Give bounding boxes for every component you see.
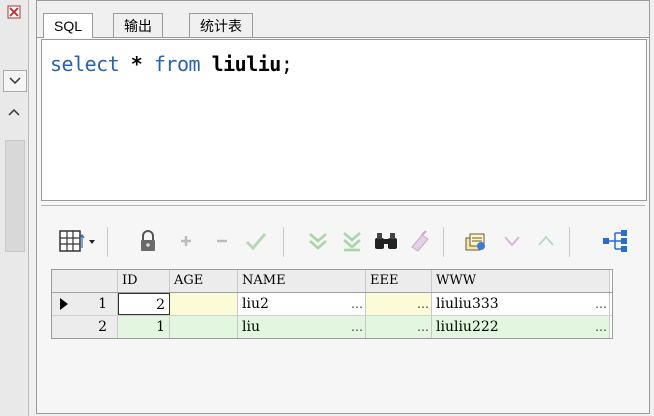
fetch-next-icon[interactable] [303,225,333,257]
column-header-id[interactable]: ID [118,270,170,292]
splitter[interactable] [41,205,645,212]
delete-record-icon[interactable] [207,225,237,257]
tab-statistics[interactable]: 统计表 [189,13,253,37]
next-record-icon[interactable] [497,225,527,257]
row-number: 1 [98,296,107,312]
lock-icon[interactable] [133,225,163,257]
cell-value: liu [242,319,260,335]
add-record-icon[interactable] [171,225,201,257]
previous-record-icon[interactable] [531,225,561,257]
tab-bar: SQL 输出 统计表 [37,1,649,38]
fetch-all-icon[interactable] [337,225,367,257]
sql-window: SQL 输出 统计表 select * from liuliu; ID AGE … [36,0,650,414]
left-strip [0,0,29,416]
sql-keyword-from: from [153,52,201,76]
edit-ellipsis-button[interactable]: … [351,316,363,338]
export-icon[interactable] [461,225,491,257]
edit-ellipsis-button[interactable]: … [595,293,607,315]
scroll-down-icon[interactable] [3,70,27,92]
sql-editor[interactable]: select * from liuliu; [41,39,647,201]
edit-ellipsis-button[interactable]: … [417,293,429,315]
close-window-icon[interactable] [3,2,25,22]
scroll-up-icon[interactable] [3,102,25,122]
cell-eee[interactable]: … [366,293,432,315]
sql-table-name: liuliu [200,52,282,76]
sql-star: * [119,52,154,76]
table-row[interactable]: 2 1 liu … … liuliu222 … [52,316,612,338]
cell-age[interactable] [170,293,238,315]
tab-output[interactable]: 输出 [113,13,163,37]
cell-id[interactable]: 1 [118,316,170,338]
column-header-name[interactable]: NAME [238,270,366,292]
grid-select-icon[interactable] [55,225,101,257]
result-grid[interactable]: ID AGE NAME EEE WWW 1 2 liu2… … liuliu33… [51,269,613,339]
row-header[interactable]: 2 [52,316,118,338]
cell-www[interactable]: liuliu222 … [432,316,610,338]
cell-eee[interactable]: … [366,316,432,338]
scrollbar-track[interactable] [5,140,25,252]
clear-icon[interactable] [405,225,435,257]
cell-www[interactable]: liuliu333 … [432,293,610,315]
current-row-indicator-icon [60,298,68,310]
tab-sql[interactable]: SQL [43,13,94,38]
sql-keyword-select: select [50,52,120,76]
column-header-www[interactable]: WWW [432,270,610,292]
cell-age[interactable] [170,316,238,338]
tree-view-icon[interactable] [597,225,643,257]
table-row[interactable]: 1 2 liu2 … … liuliu333 … [52,293,612,316]
binoculars-icon[interactable] [371,225,401,257]
cell-value: liuliu222 [436,319,499,335]
grid-corner[interactable] [52,270,118,292]
row-number: 2 [98,319,107,335]
grid-toolbar [41,219,645,267]
cell-value: liuliu333 [436,296,499,312]
sql-text: select * from liuliu; [50,52,293,76]
column-header-eee[interactable]: EEE [366,270,432,292]
grid-header-row: ID AGE NAME EEE WWW [52,270,612,293]
cell-id[interactable]: 2 [118,293,170,315]
edit-ellipsis-button[interactable]: … [351,293,363,315]
cell-name[interactable]: liu2 … [238,293,366,315]
row-header[interactable]: 1 [52,293,118,315]
edit-ellipsis-button[interactable]: … [595,316,607,338]
cell-name[interactable]: liu … [238,316,366,338]
cell-value: liu2 [242,296,269,312]
post-changes-icon[interactable] [241,225,271,257]
sql-semicolon: ; [280,52,293,76]
edit-ellipsis-button[interactable]: … [417,316,429,338]
column-header-age[interactable]: AGE [170,270,238,292]
